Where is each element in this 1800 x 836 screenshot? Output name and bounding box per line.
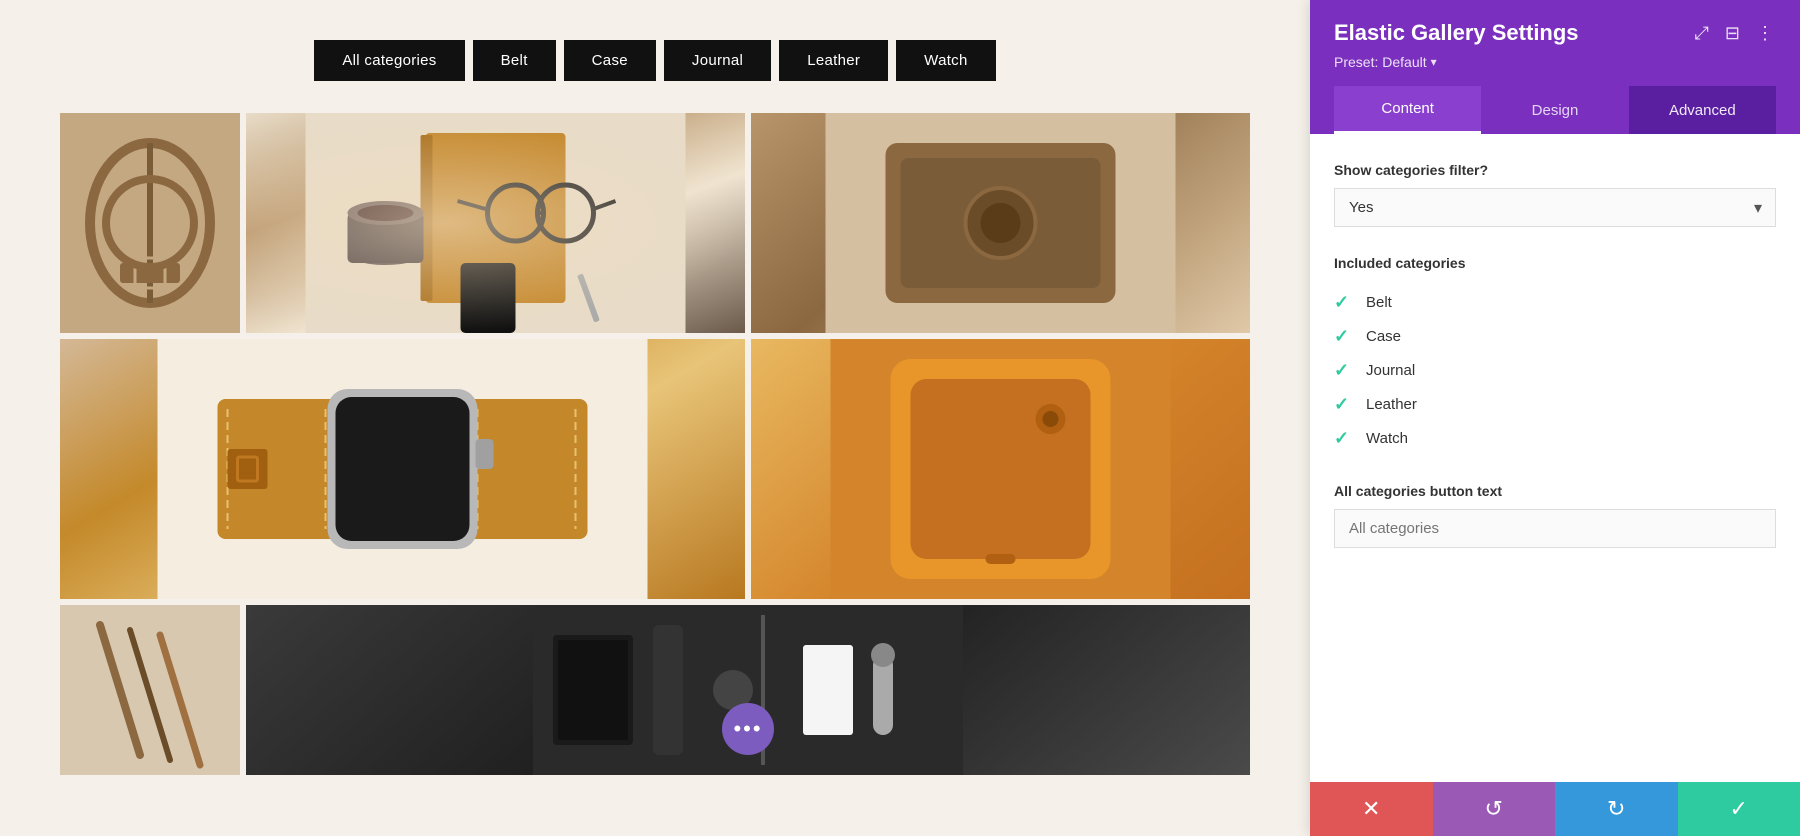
category-label-belt: Belt — [1366, 294, 1392, 311]
tab-design[interactable]: Design — [1481, 86, 1628, 134]
all-categories-button-label: All categories button text — [1334, 483, 1776, 499]
gallery-canvas: All categories Belt Case Journal Leather… — [0, 0, 1310, 836]
show-categories-select[interactable]: Yes No — [1334, 188, 1776, 227]
category-label-journal: Journal — [1366, 362, 1415, 379]
panel-title-row: Elastic Gallery Settings ⤢ ⊟ ⋮ — [1334, 20, 1776, 46]
expand-icon-button[interactable]: ⤢ — [1693, 21, 1711, 46]
columns-icon: ⊟ — [1725, 23, 1740, 43]
filter-btn-journal[interactable]: Journal — [664, 40, 771, 81]
more-icon-button[interactable]: ⋮ — [1754, 21, 1776, 46]
category-label-leather: Leather — [1366, 396, 1417, 413]
tools-image — [60, 605, 240, 775]
panel-tabs: Content Design Advanced — [1334, 86, 1776, 134]
check-icon-case: ✓ — [1334, 326, 1354, 346]
check-icon-belt: ✓ — [1334, 292, 1354, 312]
gallery-item-phone-case[interactable] — [751, 339, 1250, 599]
gallery-item-watch[interactable] — [60, 339, 745, 599]
filter-btn-belt[interactable]: Belt — [473, 40, 556, 81]
confirm-icon: ✓ — [1730, 796, 1748, 822]
all-categories-input[interactable] — [1334, 509, 1776, 548]
gallery-item-cleaning-kit[interactable]: ••• — [246, 605, 1250, 775]
gallery-item-journal[interactable] — [246, 113, 745, 333]
gallery-item-tools[interactable] — [60, 605, 240, 775]
included-categories-label: Included categories — [1334, 255, 1776, 271]
confirm-button[interactable]: ✓ — [1678, 782, 1800, 836]
gallery-grid: ••• — [60, 113, 1250, 775]
category-item-watch: ✓ Watch — [1334, 421, 1776, 455]
category-item-case: ✓ Case — [1334, 319, 1776, 353]
tab-advanced[interactable]: Advanced — [1629, 86, 1776, 134]
cancel-button[interactable]: ✕ — [1310, 782, 1433, 836]
expand-icon: ⤢ — [1695, 23, 1709, 43]
category-label-case: Case — [1366, 328, 1401, 345]
belt-image — [60, 113, 240, 333]
redo-icon: ↻ — [1607, 796, 1625, 822]
tab-content[interactable]: Content — [1334, 86, 1481, 134]
category-label-watch: Watch — [1366, 430, 1408, 447]
three-dots-icon: ••• — [733, 718, 762, 740]
category-item-journal: ✓ Journal — [1334, 353, 1776, 387]
cancel-icon: ✕ — [1362, 796, 1380, 822]
filter-btn-leather[interactable]: Leather — [779, 40, 888, 81]
category-list: ✓ Belt ✓ Case ✓ Journal ✓ Leather ✓ Watc… — [1334, 285, 1776, 455]
filter-btn-case[interactable]: Case — [564, 40, 656, 81]
journal-image — [246, 113, 745, 333]
gallery-item-case[interactable] — [751, 113, 1250, 333]
panel-body: Show categories filter? Yes No Included … — [1310, 134, 1800, 782]
panel-preset[interactable]: Preset: Default — [1334, 54, 1776, 70]
phone-case-image — [751, 339, 1250, 599]
gallery-item-belt[interactable] — [60, 113, 240, 333]
watch-image — [60, 339, 745, 599]
check-icon-leather: ✓ — [1334, 394, 1354, 414]
check-icon-journal: ✓ — [1334, 360, 1354, 380]
undo-icon: ↺ — [1485, 796, 1503, 822]
check-icon-watch: ✓ — [1334, 428, 1354, 448]
settings-panel: Elastic Gallery Settings ⤢ ⊟ ⋮ Preset: D… — [1310, 0, 1800, 836]
panel-header: Elastic Gallery Settings ⤢ ⊟ ⋮ Preset: D… — [1310, 0, 1800, 134]
three-dots-button[interactable]: ••• — [722, 703, 774, 755]
redo-button[interactable]: ↻ — [1555, 782, 1678, 836]
more-icon: ⋮ — [1756, 23, 1774, 43]
columns-icon-button[interactable]: ⊟ — [1723, 21, 1742, 46]
case-image — [751, 113, 1250, 333]
show-categories-select-wrapper: Yes No — [1334, 188, 1776, 227]
filter-btn-all[interactable]: All categories — [314, 40, 464, 81]
show-categories-label: Show categories filter? — [1334, 162, 1776, 178]
panel-title: Elastic Gallery Settings — [1334, 20, 1579, 46]
action-bar: ✕ ↺ ↻ ✓ — [1310, 782, 1800, 836]
panel-icon-group: ⤢ ⊟ ⋮ — [1693, 21, 1777, 46]
filter-btn-watch[interactable]: Watch — [896, 40, 995, 81]
filter-bar: All categories Belt Case Journal Leather… — [60, 40, 1250, 81]
category-item-belt: ✓ Belt — [1334, 285, 1776, 319]
category-item-leather: ✓ Leather — [1334, 387, 1776, 421]
undo-button[interactable]: ↺ — [1433, 782, 1556, 836]
